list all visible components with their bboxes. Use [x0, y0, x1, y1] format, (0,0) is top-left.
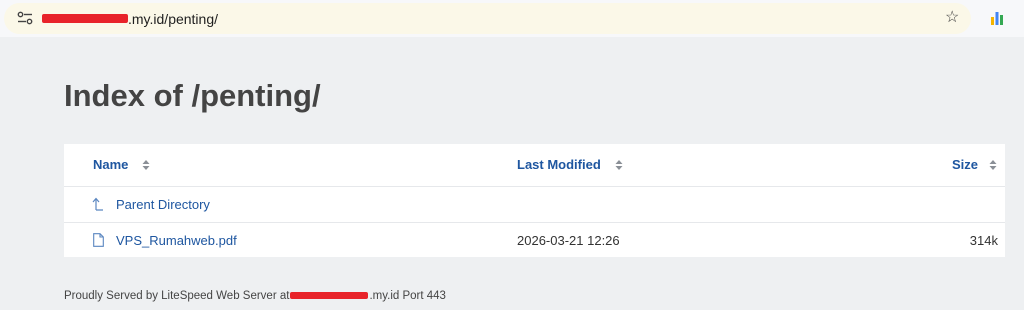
- file-size: 314k: [969, 233, 998, 248]
- url-text[interactable]: .my.id/penting/: [128, 11, 218, 27]
- row-divider: [64, 222, 1005, 223]
- sort-arrows-icon[interactable]: [142, 160, 150, 170]
- file-modified: 2026-03-21 12:26: [517, 233, 620, 248]
- star-icon[interactable]: ☆: [945, 10, 959, 26]
- column-header-name[interactable]: Name: [93, 157, 128, 172]
- sort-arrows-icon[interactable]: [989, 160, 997, 170]
- up-arrow-icon: [92, 197, 103, 211]
- server-footer: Proudly Served by LiteSpeed Web Server a…: [64, 290, 446, 302]
- address-bar[interactable]: .my.id/penting/ ☆: [4, 3, 971, 34]
- column-header-modified[interactable]: Last Modified: [517, 157, 601, 172]
- sort-arrows-icon[interactable]: [615, 160, 623, 170]
- directory-listing: Name Last Modified Size Parent Directory…: [64, 144, 1005, 257]
- host-redaction: [290, 292, 369, 300]
- file-link[interactable]: VPS_Rumahweb.pdf: [116, 233, 237, 248]
- column-header-size[interactable]: Size: [952, 157, 978, 172]
- footer-host: .my.id Port 443: [369, 290, 446, 302]
- bar-chart-icon[interactable]: [990, 9, 1004, 25]
- url-redaction: [42, 14, 128, 23]
- page-title: Index of /penting/: [64, 78, 321, 113]
- parent-directory-link[interactable]: Parent Directory: [116, 197, 210, 212]
- row-divider: [64, 186, 1005, 187]
- footer-prefix: Proudly Served by LiteSpeed Web Server a…: [64, 290, 290, 302]
- tune-icon[interactable]: [17, 11, 33, 25]
- browser-toolbar: .my.id/penting/ ☆: [0, 0, 1024, 37]
- file-icon: [93, 233, 104, 247]
